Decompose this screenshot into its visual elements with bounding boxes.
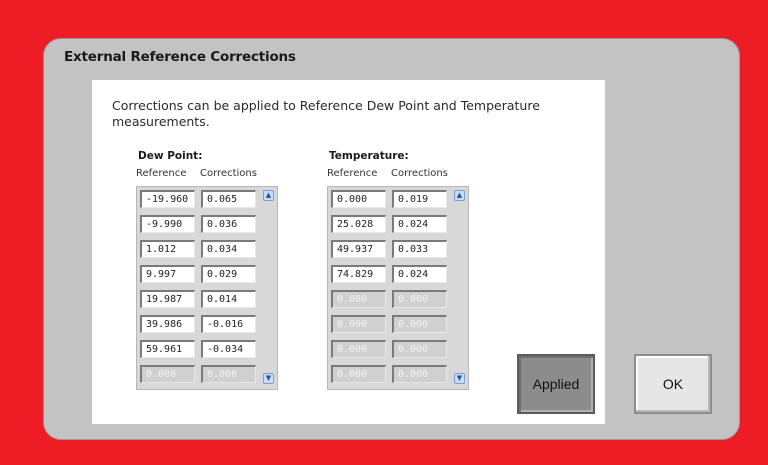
- scroll-up-icon[interactable]: ▲: [263, 190, 274, 201]
- temperature-correction-cell[interactable]: 0.024: [392, 265, 447, 283]
- dew-point-correction-cell[interactable]: 0.065: [201, 190, 256, 208]
- temperature-reference-cell: 0.000: [331, 365, 386, 383]
- temperature-reference-header: Reference: [327, 168, 378, 179]
- dew-point-title: Dew Point:: [138, 150, 203, 162]
- temperature-title: Temperature:: [329, 150, 409, 162]
- temperature-reference-cell[interactable]: 74.829: [331, 265, 386, 283]
- dew-point-reference-cell[interactable]: 19.987: [140, 290, 195, 308]
- dew-point-reference-cell: 0.000: [140, 365, 195, 383]
- dew-point-reference-cell[interactable]: 1.012: [140, 240, 195, 258]
- dew-point-group: Dew Point: Reference Corrections ▲ ▼ -19…: [136, 150, 278, 390]
- temperature-reference-cell[interactable]: 25.028: [331, 215, 386, 233]
- temperature-reference-cell[interactable]: 0.000: [331, 190, 386, 208]
- temperature-correction-cell: 0.000: [392, 315, 447, 333]
- dew-point-corrections-header: Corrections: [200, 168, 257, 179]
- scroll-up-icon[interactable]: ▲: [454, 190, 465, 201]
- dew-point-reference-cell[interactable]: 59.961: [140, 340, 195, 358]
- temperature-correction-cell[interactable]: 0.033: [392, 240, 447, 258]
- temperature-group: Temperature: Reference Corrections ▲ ▼ 0…: [327, 150, 469, 390]
- dew-point-reference-header: Reference: [136, 168, 187, 179]
- temperature-correction-cell: 0.000: [392, 365, 447, 383]
- dew-point-reference-cell[interactable]: -19.960: [140, 190, 195, 208]
- temperature-reference-cell: 0.000: [331, 340, 386, 358]
- dew-point-correction-cell[interactable]: -0.034: [201, 340, 256, 358]
- temperature-correction-cell: 0.000: [392, 340, 447, 358]
- scroll-down-icon[interactable]: ▼: [454, 373, 465, 384]
- temperature-correction-cell: 0.000: [392, 290, 447, 308]
- dew-point-reference-cell[interactable]: 39.986: [140, 315, 195, 333]
- dew-point-correction-cell[interactable]: 0.034: [201, 240, 256, 258]
- dialog-title: External Reference Corrections: [64, 49, 296, 65]
- temperature-correction-cell[interactable]: 0.019: [392, 190, 447, 208]
- dew-point-correction-cell: 0.000: [201, 365, 256, 383]
- scroll-down-icon[interactable]: ▼: [263, 373, 274, 384]
- dew-point-reference-cell[interactable]: -9.990: [140, 215, 195, 233]
- description-text: Corrections can be applied to Reference …: [112, 98, 540, 129]
- dew-point-correction-cell[interactable]: 0.036: [201, 215, 256, 233]
- temperature-table: ▲ ▼ 0.000 0.019 25.028 0.024 49.937 0.033 74.8…: [327, 186, 469, 390]
- dew-point-table: ▲ ▼ -19.960 0.065 -9.990 0.036 1.012 0.034 9.9…: [136, 186, 278, 390]
- ok-button[interactable]: OK: [634, 354, 712, 414]
- temperature-correction-cell[interactable]: 0.024: [392, 215, 447, 233]
- temperature-corrections-header: Corrections: [391, 168, 448, 179]
- temperature-reference-cell: 0.000: [331, 315, 386, 333]
- dew-point-correction-cell[interactable]: 0.029: [201, 265, 256, 283]
- temperature-reference-cell[interactable]: 49.937: [331, 240, 386, 258]
- dew-point-correction-cell[interactable]: 0.014: [201, 290, 256, 308]
- dew-point-correction-cell[interactable]: -0.016: [201, 315, 256, 333]
- dew-point-reference-cell[interactable]: 9.997: [140, 265, 195, 283]
- temperature-reference-cell: 0.000: [331, 290, 386, 308]
- applied-button[interactable]: Applied: [517, 354, 595, 414]
